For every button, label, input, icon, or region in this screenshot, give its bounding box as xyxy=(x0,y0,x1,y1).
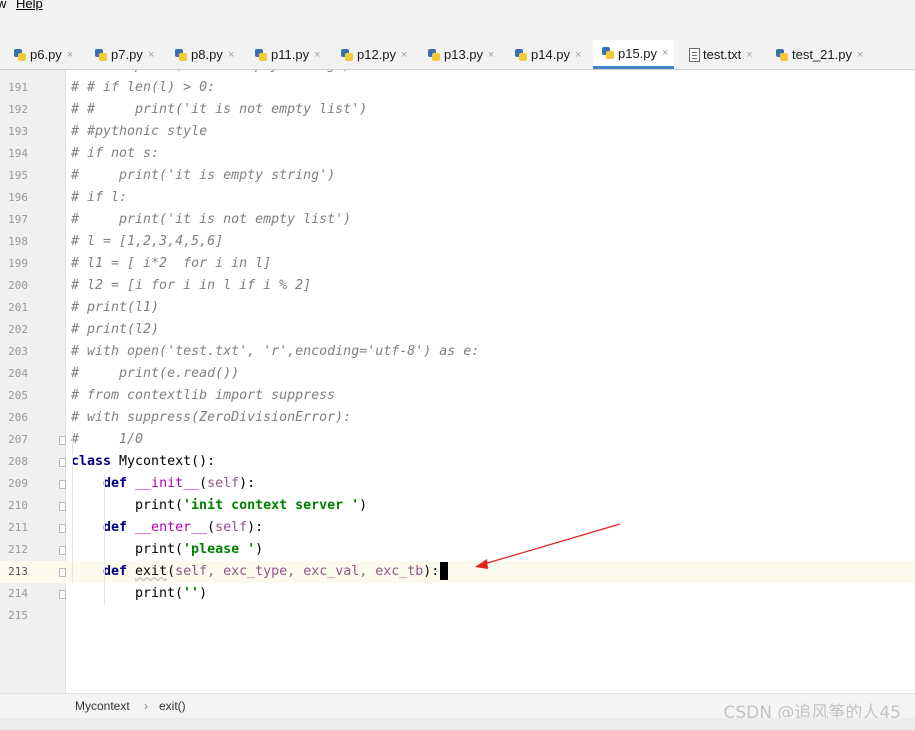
annotation-arrow xyxy=(475,523,621,569)
annotation-arrow-head xyxy=(475,559,488,569)
breadcrumb-class[interactable]: Mycontext xyxy=(75,699,130,713)
status-bar xyxy=(0,718,915,730)
breadcrumb-method[interactable]: exit() xyxy=(159,699,186,713)
annotation-arrow-line xyxy=(483,523,621,565)
breadcrumb-separator: › xyxy=(144,699,148,713)
